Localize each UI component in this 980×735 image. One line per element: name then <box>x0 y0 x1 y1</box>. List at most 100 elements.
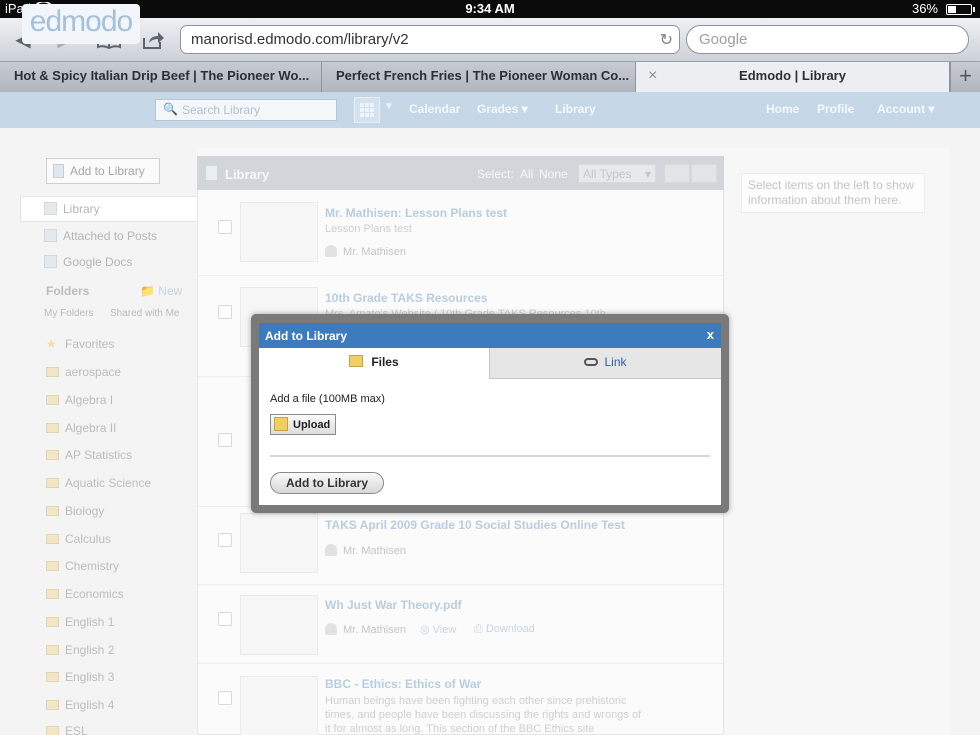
row-title[interactable]: 10th Grade TAKS Resources <box>325 291 488 305</box>
nav-profile[interactable]: Profile <box>817 102 854 116</box>
add-to-library-label: Add to Library <box>70 164 145 178</box>
share-icon[interactable] <box>138 26 168 54</box>
tab-pioneer-fries[interactable]: Perfect French Fries | The Pioneer Woman… <box>322 62 636 92</box>
row-title[interactable]: Mr. Mathisen: Lesson Plans test <box>325 206 507 220</box>
sidebar-item-google-docs[interactable]: Google Docs <box>44 255 132 269</box>
sidebar-item-label: Library <box>63 202 100 216</box>
tab-shared-with-me[interactable]: Shared with Me <box>110 308 179 324</box>
chevron-down-icon[interactable]: ▼ <box>384 101 394 112</box>
row-author: Mr. Mathisen <box>325 245 406 258</box>
type-filter-select[interactable]: All Types ▾ <box>578 164 656 183</box>
nav-calendar[interactable]: Calendar <box>409 102 460 116</box>
row-checkbox[interactable] <box>218 612 232 626</box>
nav-grades[interactable]: Grades ▾ <box>477 102 528 116</box>
folder-item[interactable]: Economics <box>46 587 124 601</box>
folder-item[interactable]: Algebra I <box>46 393 113 407</box>
person-icon <box>325 623 337 635</box>
nav-library[interactable]: Library <box>555 102 596 116</box>
new-folder-button[interactable]: 📁 New <box>140 284 182 298</box>
tab-my-folders[interactable]: My Folders <box>44 308 93 324</box>
star-icon: ★ <box>46 337 57 351</box>
folder-icon <box>274 417 288 431</box>
folder-icon <box>46 672 59 682</box>
folder-label: Algebra II <box>65 421 117 435</box>
folder-item[interactable]: Chemistry <box>46 559 119 573</box>
folder-item[interactable]: aerospace <box>46 365 121 379</box>
row-title[interactable]: TAKS April 2009 Grade 10 Social Studies … <box>325 518 625 532</box>
upload-button[interactable]: Upload <box>270 414 336 435</box>
list-view-icon[interactable] <box>691 164 717 183</box>
folder-item[interactable]: Algebra II <box>46 421 116 435</box>
row-author: Mr. Mathisen <box>325 544 406 557</box>
folder-favorites[interactable]: ★ Favorites <box>46 337 114 351</box>
sidebar-item-attached[interactable]: Attached to Posts <box>44 229 157 243</box>
folder-label: Biology <box>65 504 105 518</box>
folder-item[interactable]: English 4 <box>46 698 114 712</box>
tab-pioneer-beef[interactable]: Hot & Spicy Italian Drip Beef | The Pion… <box>0 62 322 92</box>
row-checkbox[interactable] <box>218 691 232 705</box>
tab-files[interactable]: Files <box>259 348 489 379</box>
folder-label: aerospace <box>65 365 122 379</box>
search-field[interactable]: Google <box>686 25 969 54</box>
add-to-library-dialog: Add to Library x Files Link Add a file (… <box>259 323 721 505</box>
tab-title: Hot & Spicy Italian Drip Beef | The Pion… <box>14 68 310 83</box>
select-all-link[interactable]: All <box>520 167 533 181</box>
library-search-input[interactable]: 🔍 Search Library <box>155 99 337 121</box>
folder-label: Algebra I <box>65 393 114 407</box>
folder-item[interactable]: Aquatic Science <box>46 476 151 490</box>
person-icon <box>325 544 337 556</box>
download-link[interactable]: ⎙ Download <box>474 623 535 636</box>
folder-label: Economics <box>65 587 124 601</box>
tab-link[interactable]: Link <box>489 348 721 379</box>
folder-item[interactable]: ESL <box>46 724 88 735</box>
close-tab-icon[interactable]: × <box>648 62 657 90</box>
folder-item[interactable]: Biology <box>46 504 104 518</box>
nav-account[interactable]: Account ▾ <box>877 102 934 116</box>
table-row[interactable]: BBC - Ethics: Ethics of War Human beings… <box>198 664 723 735</box>
link-icon <box>584 358 599 366</box>
edmodo-logo[interactable]: edmodo <box>22 4 140 44</box>
folder-icon <box>46 367 59 377</box>
search-icon: 🔍 <box>163 102 178 116</box>
row-thumbnail <box>240 595 318 655</box>
edmodo-header: 🔍 Search Library ▼ Calendar Grades ▾ Lib… <box>0 92 980 128</box>
dialog-title: Add to Library <box>265 329 348 343</box>
reload-icon[interactable]: ↻ <box>660 30 673 50</box>
select-none-link[interactable]: None <box>539 167 568 181</box>
nav-home[interactable]: Home <box>766 102 799 116</box>
sidebar-item-label: Attached to Posts <box>63 229 158 243</box>
grid-view-icon[interactable] <box>664 164 690 183</box>
row-checkbox[interactable] <box>218 433 232 447</box>
view-link[interactable]: ◎ View <box>420 623 456 636</box>
add-to-library-button[interactable]: Add to Library <box>46 158 160 184</box>
row-title[interactable]: Wh Just War Theory.pdf <box>325 598 462 612</box>
folder-item[interactable]: English 2 <box>46 643 114 657</box>
address-bar[interactable]: manorisd.edmodo.com/library/v2 ↻ <box>180 25 680 54</box>
folder-label: English 4 <box>65 698 115 712</box>
tab-edmodo-library[interactable]: × Edmodo | Library <box>636 62 950 92</box>
table-row[interactable]: Wh Just War Theory.pdf Mr. Mathisen ◎ Vi… <box>198 585 723 664</box>
folder-item[interactable]: English 1 <box>46 615 114 629</box>
battery-icon <box>946 4 975 15</box>
row-title[interactable]: BBC - Ethics: Ethics of War <box>325 677 481 691</box>
folder-icon <box>46 645 59 655</box>
table-row[interactable]: TAKS April 2009 Grade 10 Social Studies … <box>198 507 723 585</box>
select-label: Select: <box>477 167 514 181</box>
close-icon[interactable]: x <box>707 327 714 342</box>
new-tab-button[interactable]: + <box>950 62 980 92</box>
folder-item[interactable]: Calculus <box>46 532 111 546</box>
speech-bubble-icon <box>240 202 318 262</box>
folder-item[interactable]: English 3 <box>46 670 114 684</box>
row-checkbox[interactable] <box>218 533 232 547</box>
row-author: Mr. Mathisen <box>325 623 406 636</box>
folders-heading: Folders <box>46 284 90 298</box>
row-checkbox[interactable] <box>218 305 232 319</box>
table-row[interactable]: Mr. Mathisen: Lesson Plans test Lesson P… <box>198 190 723 276</box>
library-search-placeholder: Search Library <box>182 103 261 117</box>
folder-item[interactable]: AP Statistics <box>46 448 132 462</box>
add-to-library-submit-button[interactable]: Add to Library <box>270 472 384 494</box>
folder-icon <box>46 478 59 488</box>
apps-grid-icon[interactable] <box>354 97 380 123</box>
row-checkbox[interactable] <box>218 220 232 234</box>
sidebar-item-library[interactable]: Library <box>44 202 100 216</box>
